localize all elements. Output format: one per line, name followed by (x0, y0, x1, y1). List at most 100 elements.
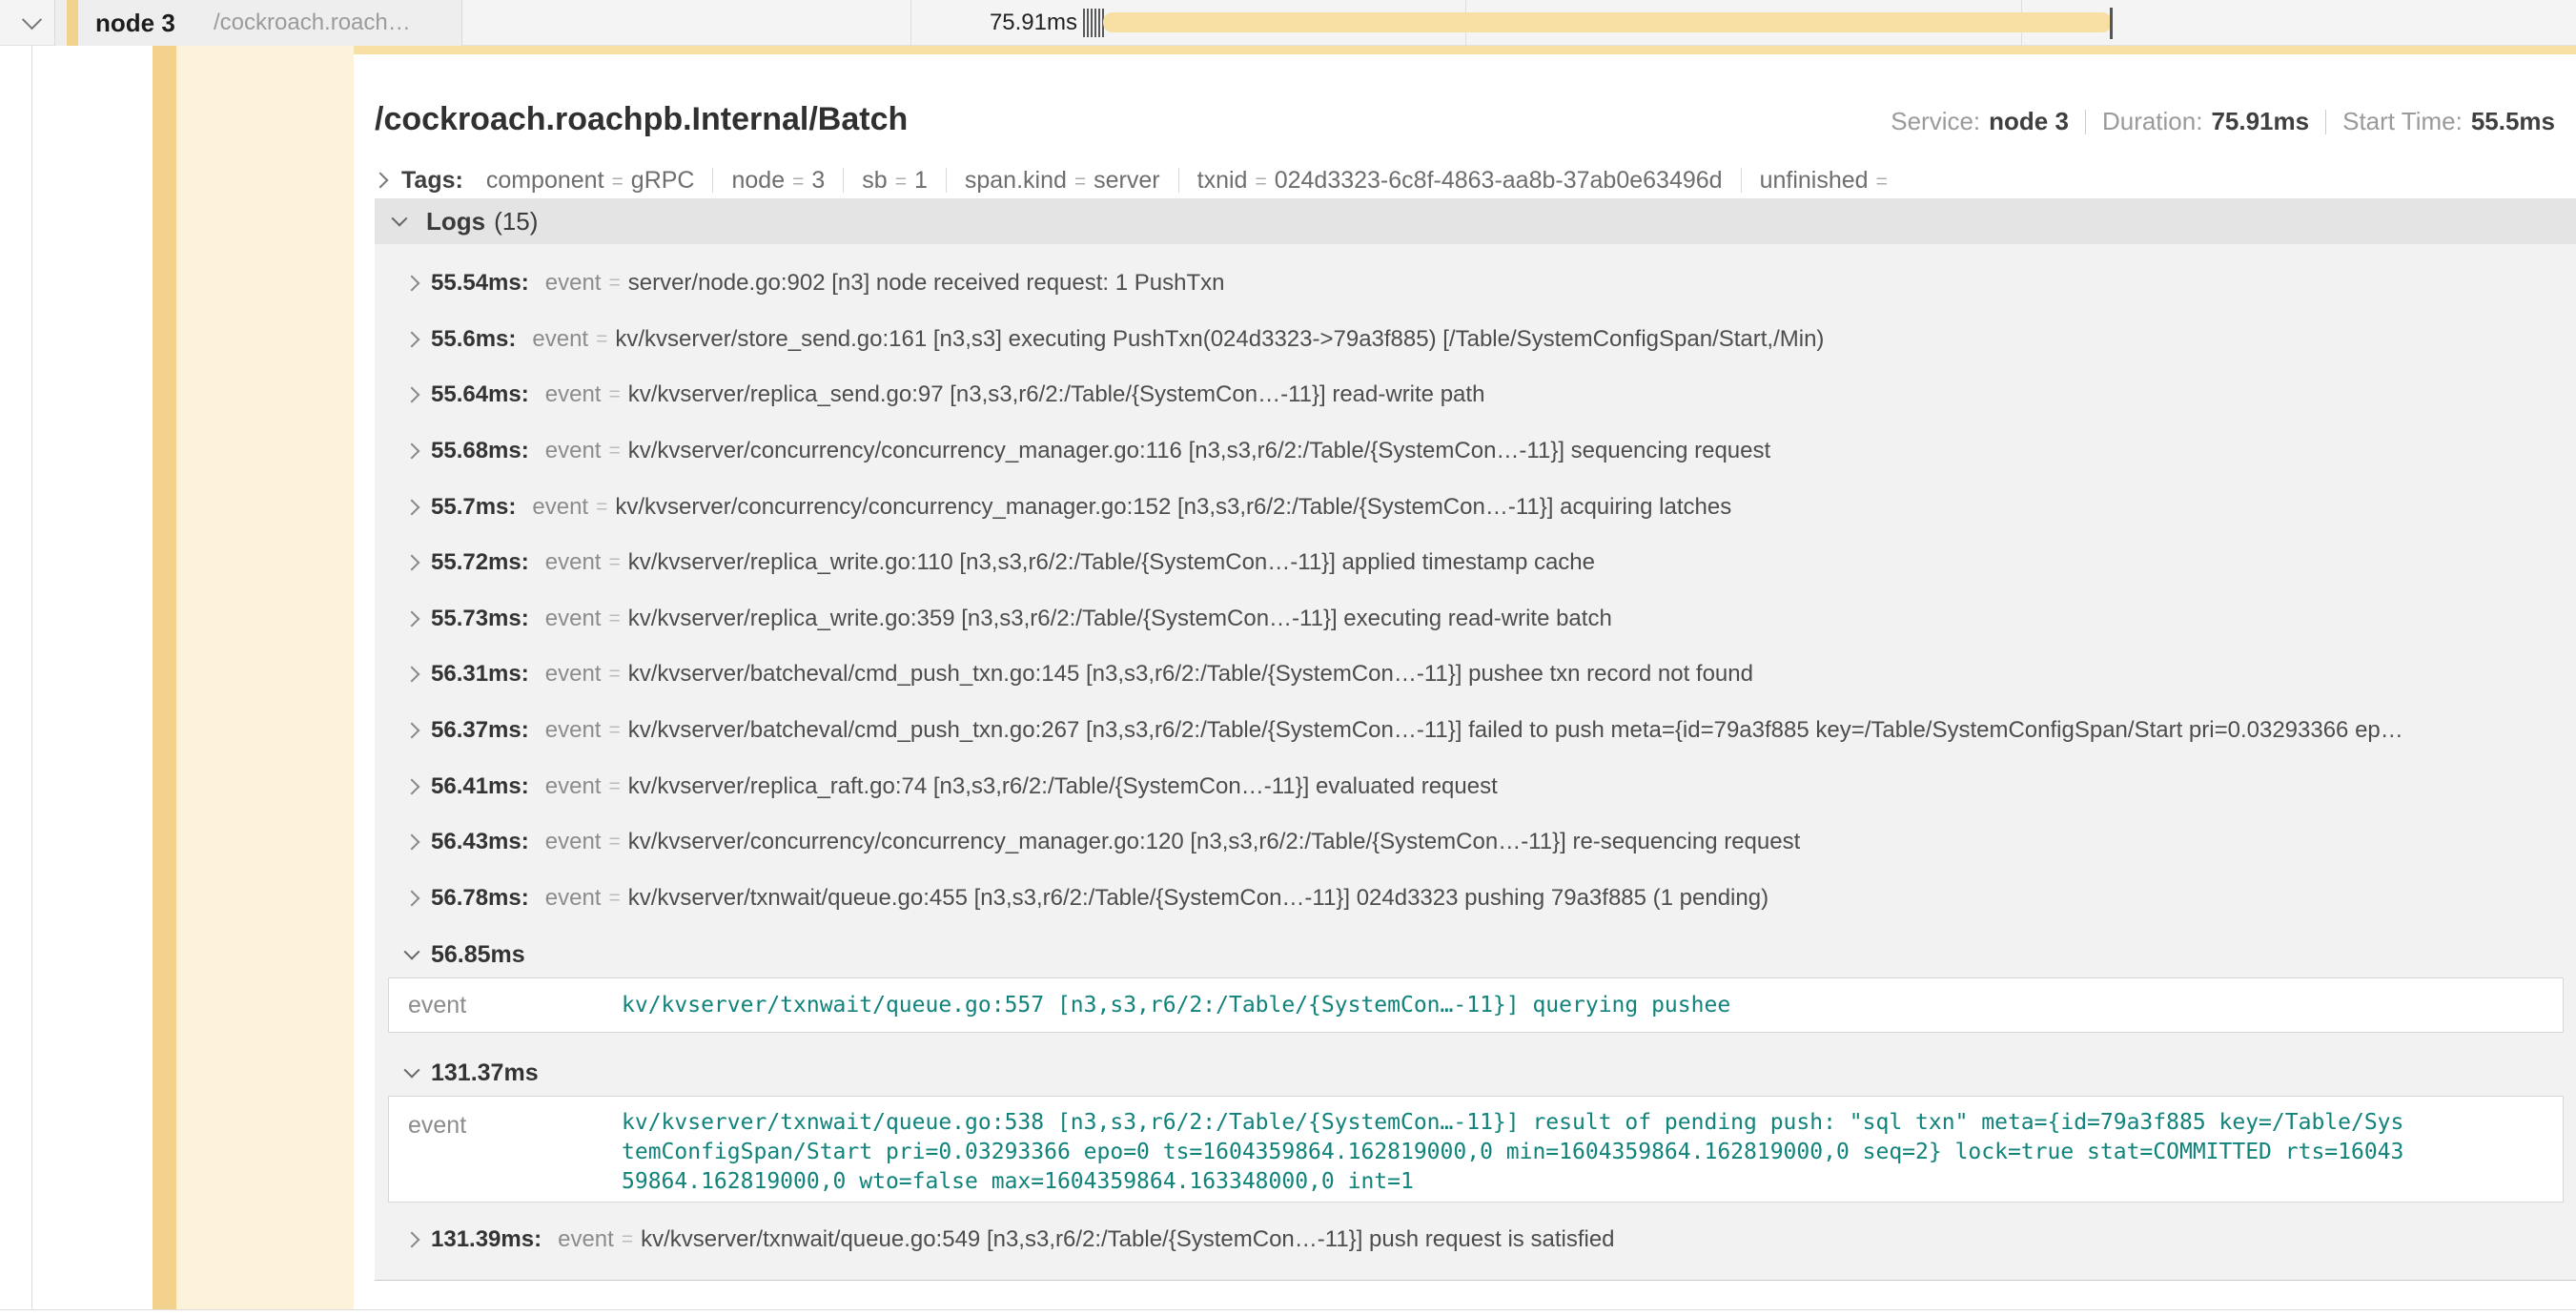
log-timestamp: 56.37ms: (431, 717, 529, 744)
log-row[interactable]: 56.31ms: event = kv/kvserver/batcheval/c… (375, 647, 2576, 703)
log-timestamp: 56.78ms: (431, 885, 529, 912)
tag-key: node (731, 167, 785, 195)
log-timestamp: 56.85ms (431, 941, 525, 969)
tag-item[interactable]: unfinished = (1760, 167, 1895, 195)
log-detail-card: event kv/kvserver/txnwait/queue.go:557 [… (388, 977, 2564, 1033)
log-row[interactable]: 55.72ms: event = kv/kvserver/replica_wri… (375, 535, 2576, 591)
log-key: event (532, 494, 588, 521)
tag-divider (1741, 168, 1742, 193)
selected-span-indent-guide[interactable] (153, 46, 176, 1309)
log-value: kv/kvserver/replica_write.go:110 [n3,s3,… (628, 549, 1595, 576)
log-value: server/node.go:902 [n3] node received re… (628, 270, 1225, 297)
log-key: event (558, 1226, 614, 1253)
chevron-right-icon[interactable] (404, 610, 420, 627)
log-timestamp: 55.68ms: (431, 438, 529, 464)
chevron-right-icon[interactable] (404, 1232, 420, 1248)
chevron-right-icon[interactable] (404, 331, 420, 347)
log-timestamp: 55.73ms: (431, 606, 529, 632)
tag-value: 1 (914, 167, 928, 195)
span-duration-label: 75.91ms (915, 0, 1077, 46)
log-row[interactable]: 55.73ms: event = kv/kvserver/replica_wri… (375, 591, 2576, 648)
chevron-right-icon[interactable] (404, 890, 420, 906)
log-value: kv/kvserver/txnwait/queue.go:455 [n3,s3,… (628, 885, 1768, 912)
logs-footer-note: Log timestamps are relative to the start… (375, 1268, 2576, 1281)
log-key: event (545, 438, 602, 464)
duration-value: 75.91ms (2211, 107, 2309, 136)
tag-key: txnid (1197, 167, 1248, 195)
log-row[interactable]: 55.54ms: event = server/node.go:902 [n3]… (375, 256, 2576, 312)
log-timestamp: 56.43ms: (431, 829, 529, 855)
indent-guide-line (31, 46, 32, 1309)
tag-key: unfinished (1760, 167, 1869, 195)
chevron-down-icon[interactable] (404, 944, 420, 960)
chevron-right-icon[interactable] (404, 276, 420, 292)
equals-sign: = (608, 719, 620, 742)
tag-divider (712, 168, 713, 193)
chevron-right-icon[interactable] (404, 387, 420, 403)
tag-divider (843, 168, 844, 193)
span-duration-bar[interactable] (1103, 12, 2112, 32)
chevron-right-icon[interactable] (404, 667, 420, 683)
log-value: kv/kvserver/replica_write.go:359 [n3,s3,… (628, 606, 1612, 632)
log-row[interactable]: 56.78ms: event = kv/kvserver/txnwait/que… (375, 871, 2576, 927)
log-row[interactable]: 55.64ms: event = kv/kvserver/replica_sen… (375, 367, 2576, 423)
log-row[interactable]: 56.41ms: event = kv/kvserver/replica_raf… (375, 758, 2576, 814)
log-row-expanded-header[interactable]: 131.37ms (375, 1054, 2576, 1092)
log-row-expanded-header[interactable]: 56.85ms (375, 936, 2576, 974)
chevron-right-icon[interactable] (404, 778, 420, 794)
tag-value: gRPC (631, 167, 695, 195)
log-timestamp: 55.72ms: (431, 549, 529, 576)
log-key: event (545, 661, 602, 688)
equals-sign: = (1876, 171, 1888, 194)
tag-item[interactable]: node = 3 (731, 167, 825, 195)
logs-accordion-header[interactable]: Logs (15) (375, 198, 2576, 244)
log-timestamp: 55.54ms: (431, 270, 529, 297)
equals-sign: = (608, 607, 620, 630)
chevron-right-icon[interactable] (373, 173, 389, 189)
span-service-name[interactable]: node 3 (95, 0, 175, 46)
log-value: kv/kvserver/concurrency/concurrency_mana… (628, 829, 1801, 855)
log-key: event (545, 549, 602, 576)
span-detail-meta: Service: node 3 Duration: 75.91ms Start … (1891, 107, 2555, 136)
log-value: kv/kvserver/concurrency/concurrency_mana… (615, 494, 1731, 521)
chevron-right-icon[interactable] (404, 834, 420, 851)
tag-value: 3 (811, 167, 825, 195)
log-row[interactable]: 55.6ms: event = kv/kvserver/store_send.g… (375, 312, 2576, 368)
log-key: event (545, 270, 602, 297)
chevron-down-icon[interactable] (404, 1062, 420, 1079)
log-timestamp: 56.41ms: (431, 773, 529, 800)
tag-item[interactable]: txnid = 024d3323-6c8f-4863-aa8b-37ab0e63… (1197, 167, 1723, 195)
tag-key: component (486, 167, 604, 195)
chevron-right-icon[interactable] (404, 555, 420, 571)
chevron-right-icon[interactable] (404, 499, 420, 515)
log-detail-card: event kv/kvserver/txnwait/queue.go:538 [… (388, 1096, 2564, 1203)
tag-value: 024d3323-6c8f-4863-aa8b-37ab0e63496d (1275, 167, 1723, 195)
log-row[interactable]: 55.7ms: event = kv/kvserver/concurrency/… (375, 479, 2576, 535)
log-timestamp: 55.7ms: (431, 494, 516, 521)
chevron-right-icon[interactable] (404, 443, 420, 460)
equals-sign: = (608, 440, 620, 463)
tags-accordion[interactable]: Tags: component = gRPC node = 3 sb = 1 s… (375, 158, 1895, 202)
tag-item[interactable]: component = gRPC (486, 167, 695, 195)
equals-sign: = (612, 171, 624, 194)
tag-item[interactable]: sb = 1 (862, 167, 928, 195)
log-row[interactable]: 56.37ms: event = kv/kvserver/batcheval/c… (375, 703, 2576, 759)
log-row[interactable]: 131.39ms: event = kv/kvserver/txnwait/qu… (375, 1212, 2576, 1268)
span-timeline-row[interactable]: node 3 /cockroach.roach… 75.91ms (0, 0, 2576, 46)
log-timestamp: 56.31ms: (431, 661, 529, 688)
timeline-gridline (910, 0, 911, 46)
equals-sign: = (608, 887, 620, 910)
span-operation-name[interactable]: /cockroach.roach… (214, 0, 411, 46)
log-value: kv/kvserver/batcheval/cmd_push_txn.go:14… (628, 661, 1753, 688)
equals-sign: = (608, 383, 620, 406)
chevron-down-icon[interactable] (392, 211, 408, 227)
equals-sign: = (608, 272, 620, 295)
log-row[interactable]: 55.68ms: event = kv/kvserver/concurrency… (375, 423, 2576, 480)
tags-list: component = gRPC node = 3 sb = 1 span.ki… (486, 167, 1895, 195)
service-label: Service: (1891, 107, 1980, 136)
log-row[interactable]: 56.43ms: event = kv/kvserver/concurrency… (375, 814, 2576, 871)
tag-value: server (1094, 167, 1159, 195)
collapse-children-chevron-icon[interactable] (22, 10, 42, 30)
tag-item[interactable]: span.kind = server (965, 167, 1160, 195)
chevron-right-icon[interactable] (404, 723, 420, 739)
